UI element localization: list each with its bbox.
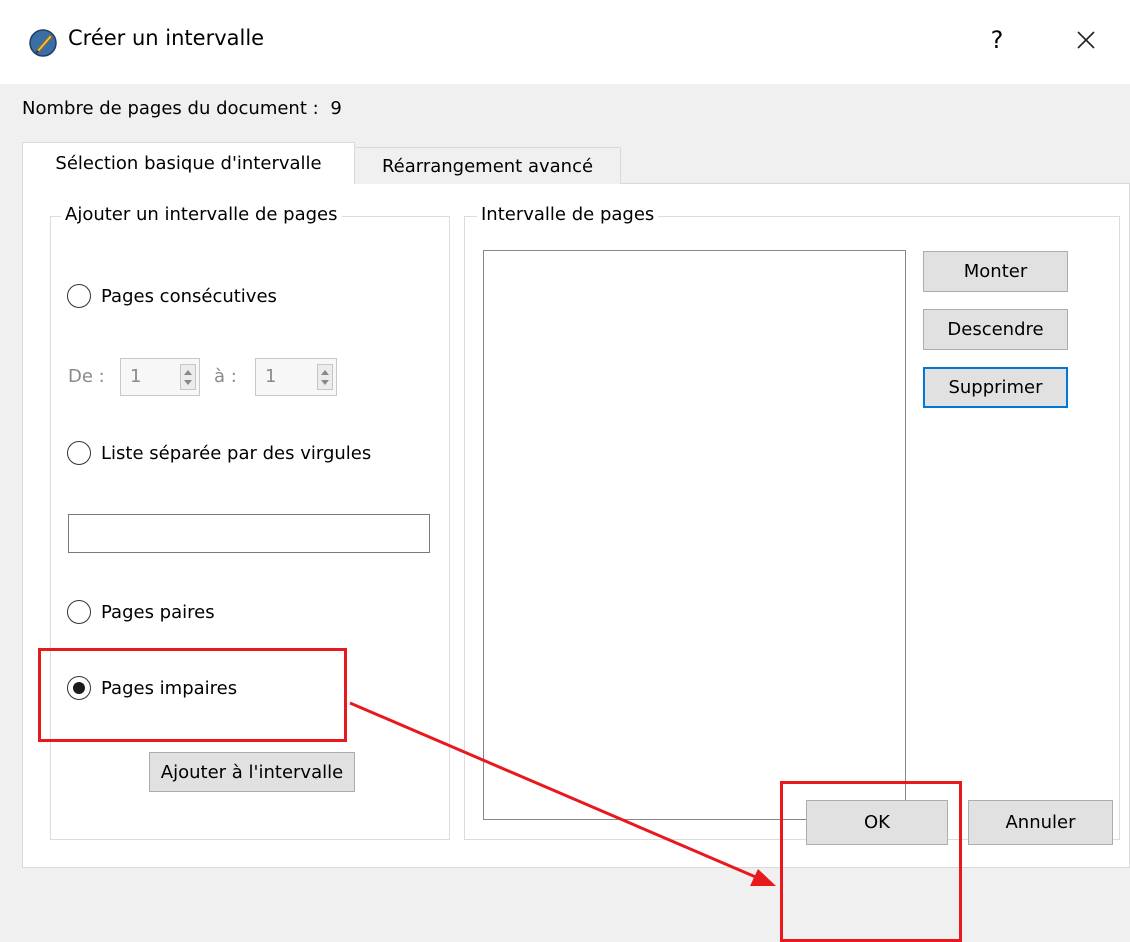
move-down-button[interactable]: Descendre — [923, 309, 1068, 350]
radio-button[interactable] — [67, 441, 91, 465]
window-title: Créer un intervalle — [68, 26, 265, 50]
radio-even-pages[interactable]: Pages paires — [67, 600, 215, 624]
radio-comma-list[interactable]: Liste séparée par des virgules — [67, 441, 371, 465]
comma-list-input[interactable] — [68, 514, 430, 553]
radio-button-selected[interactable] — [67, 676, 91, 700]
tab-basic-selection[interactable]: Sélection basique d'intervalle — [22, 142, 355, 184]
app-logo-icon — [28, 28, 58, 58]
radio-consecutive-pages[interactable]: Pages consécutives — [67, 284, 277, 308]
ok-button[interactable]: OK — [806, 800, 948, 845]
to-label: à : — [214, 366, 237, 387]
radio-comma-list-label: Liste séparée par des virgules — [101, 442, 372, 464]
add-to-range-button[interactable]: Ajouter à l'intervalle — [149, 752, 355, 792]
radio-button[interactable] — [67, 600, 91, 624]
radio-consecutive-label: Pages consécutives — [101, 285, 277, 307]
page-count-label: Nombre de pages du document : — [22, 98, 319, 119]
move-up-button[interactable]: Monter — [923, 251, 1068, 292]
help-button[interactable]: ? — [972, 14, 1022, 66]
close-button[interactable] — [1060, 14, 1112, 66]
radio-odd-pages[interactable]: Pages impaires — [67, 676, 237, 700]
cancel-button[interactable]: Annuler — [968, 800, 1113, 845]
close-icon — [1077, 31, 1095, 49]
radio-odd-label: Pages impaires — [101, 677, 238, 699]
to-page-value: 1 — [265, 366, 277, 387]
add-range-group-title: Ajouter un intervalle de pages — [61, 204, 342, 225]
from-page-value: 1 — [130, 366, 142, 387]
spin-arrows-icon[interactable] — [314, 359, 336, 395]
page-range-group-title: Intervalle de pages — [477, 204, 659, 225]
page-count-line: Nombre de pages du document : 9 — [22, 98, 342, 119]
page-range-list[interactable] — [483, 250, 906, 820]
radio-button[interactable] — [67, 284, 91, 308]
tab-advanced-reordering[interactable]: Réarrangement avancé — [355, 147, 621, 184]
page-count-value: 9 — [330, 98, 342, 119]
from-page-spinbox[interactable]: 1 — [120, 358, 200, 396]
from-label: De : — [68, 366, 105, 387]
help-icon: ? — [990, 26, 1004, 54]
spin-arrows-icon[interactable] — [177, 359, 199, 395]
to-page-spinbox[interactable]: 1 — [255, 358, 337, 396]
delete-button[interactable]: Supprimer — [923, 367, 1068, 408]
radio-even-label: Pages paires — [101, 601, 215, 623]
